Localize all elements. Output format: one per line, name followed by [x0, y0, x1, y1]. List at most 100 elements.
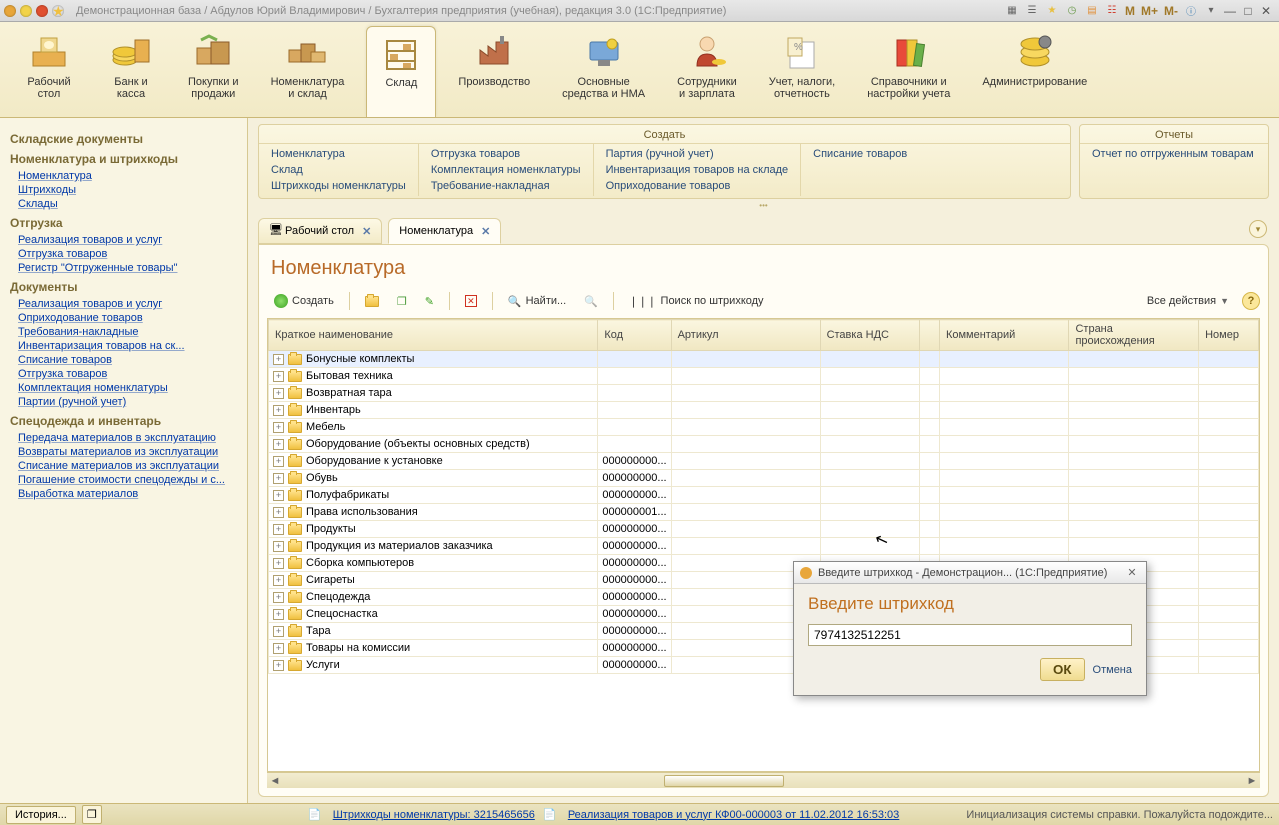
sidebar-link[interactable]: Возвраты материалов из эксплуатации: [18, 446, 237, 458]
edit-button[interactable]: ✎: [418, 290, 441, 312]
sidebar-link[interactable]: Партии (ручной учет): [18, 396, 237, 408]
dialog-titlebar[interactable]: Введите штрихкод - Демонстрацион... (1С:…: [794, 562, 1146, 584]
expand-icon[interactable]: +: [273, 660, 284, 671]
sidebar-link[interactable]: Инвентаризация товаров на ск...: [18, 340, 237, 352]
horizontal-scrollbar[interactable]: ◄ ►: [267, 772, 1260, 788]
calendar-icon[interactable]: ☷: [1104, 3, 1120, 19]
sidebar-link[interactable]: Погашение стоимости спецодежды и с...: [18, 474, 237, 486]
close-button[interactable]: ✕: [1257, 4, 1275, 18]
windows-button[interactable]: ❐: [82, 805, 102, 824]
calc-icon[interactable]: ▤: [1084, 3, 1100, 19]
expand-icon[interactable]: +: [273, 541, 284, 552]
ok-button[interactable]: ОК: [1040, 658, 1085, 681]
barcode-input[interactable]: [808, 624, 1132, 646]
section-tax[interactable]: %Учет, налоги,отчетность: [759, 26, 845, 117]
section-desktop[interactable]: Рабочийстол: [14, 26, 84, 117]
panel-link[interactable]: Партия (ручной учет): [606, 146, 789, 162]
m-minus-button[interactable]: M-: [1164, 4, 1178, 18]
sidebar-link[interactable]: Требования-накладные: [18, 326, 237, 338]
expand-icon[interactable]: +: [273, 473, 284, 484]
clear-find-button[interactable]: 🔍: [577, 290, 605, 312]
section-production[interactable]: Производство: [448, 26, 540, 117]
star-icon[interactable]: ★: [52, 5, 64, 17]
sidebar-link[interactable]: Номенклатура: [18, 170, 237, 182]
cancel-button[interactable]: Отмена: [1093, 664, 1132, 676]
section-hr[interactable]: Сотрудникии зарплата: [667, 26, 747, 117]
help-button[interactable]: ?: [1242, 292, 1260, 310]
panel-link[interactable]: Номенклатура: [271, 146, 406, 162]
sidebar-link[interactable]: Реализация товаров и услуг: [18, 234, 237, 246]
table-row[interactable]: +Полуфабрикаты000000000...: [269, 487, 1259, 504]
expand-icon[interactable]: +: [273, 575, 284, 586]
table-row[interactable]: +Продукты000000000...: [269, 521, 1259, 538]
expand-icon[interactable]: +: [273, 524, 284, 535]
sidebar-link[interactable]: Оприходование товаров: [18, 312, 237, 324]
titlebar-icon[interactable]: [20, 5, 32, 17]
sidebar-link[interactable]: Склады: [18, 198, 237, 210]
expand-icon[interactable]: +: [273, 643, 284, 654]
column-header[interactable]: [920, 320, 940, 351]
column-header[interactable]: Ставка НДС: [820, 320, 919, 351]
expand-icon[interactable]: +: [273, 354, 284, 365]
panel-link[interactable]: Склад: [271, 162, 406, 178]
status-link-barcodes[interactable]: Штрихкоды номенклатуры: 3215465656: [333, 809, 535, 821]
column-header[interactable]: Код: [598, 320, 671, 351]
m-plus-button[interactable]: M+: [1141, 4, 1158, 18]
expand-icon[interactable]: +: [273, 439, 284, 450]
panel-link[interactable]: Оприходование товаров: [606, 178, 789, 194]
section-refs[interactable]: Справочники инастройки учета: [857, 26, 960, 117]
panel-link[interactable]: Инвентаризация товаров на складе: [606, 162, 789, 178]
panel-link[interactable]: Списание товаров: [813, 146, 907, 162]
panel-link[interactable]: Отчет по отгруженным товарам: [1092, 146, 1254, 162]
sidebar-link[interactable]: Реализация товаров и услуг: [18, 298, 237, 310]
star-icon[interactable]: ★: [1044, 3, 1060, 19]
copy-button[interactable]: ❐: [390, 290, 414, 312]
create-button[interactable]: Создать: [267, 290, 341, 312]
panel-link[interactable]: Отгрузка товаров: [431, 146, 581, 162]
scroll-thumb[interactable]: [664, 775, 784, 787]
expand-icon[interactable]: +: [273, 405, 284, 416]
info-icon[interactable]: ⓘ: [1183, 3, 1199, 19]
expand-icon[interactable]: +: [273, 609, 284, 620]
panel-link[interactable]: Штрихкоды номенклатуры: [271, 178, 406, 194]
column-header[interactable]: Страна происхождения: [1069, 320, 1199, 351]
m-button[interactable]: M: [1125, 4, 1135, 18]
table-row[interactable]: +Мебель: [269, 419, 1259, 436]
tab-close-button[interactable]: ✕: [481, 225, 490, 238]
table-row[interactable]: +Возвратная тара: [269, 385, 1259, 402]
table-row[interactable]: +Бытовая техника: [269, 368, 1259, 385]
scroll-right-icon[interactable]: ►: [1244, 773, 1260, 789]
expand-icon[interactable]: +: [273, 507, 284, 518]
status-link-realization[interactable]: Реализация товаров и услуг КФ00-000003 о…: [568, 809, 899, 821]
titlebar-icon[interactable]: [36, 5, 48, 17]
column-header[interactable]: Краткое наименование: [269, 320, 598, 351]
column-header[interactable]: Номер: [1199, 320, 1259, 351]
table-row[interactable]: +Обувь000000000...: [269, 470, 1259, 487]
sidebar-link[interactable]: Списание материалов из эксплуатации: [18, 460, 237, 472]
sidebar-link[interactable]: Отгрузка товаров: [18, 248, 237, 260]
section-warehouse[interactable]: Склад: [366, 26, 436, 117]
panel-link[interactable]: Комплектация номенклатуры: [431, 162, 581, 178]
time-icon[interactable]: ◷: [1064, 3, 1080, 19]
new-folder-button[interactable]: [358, 290, 386, 312]
minimize-button[interactable]: —: [1221, 4, 1239, 18]
table-row[interactable]: +Оборудование (объекты основных средств): [269, 436, 1259, 453]
sidebar-link[interactable]: Выработка материалов: [18, 488, 237, 500]
find-button[interactable]: 🔍 Найти...: [501, 290, 573, 312]
table-row[interactable]: +Права использования000000001...: [269, 504, 1259, 521]
all-actions-button[interactable]: Все действия ▼: [1140, 290, 1236, 312]
expand-icon[interactable]: +: [273, 456, 284, 467]
section-nomenclature[interactable]: Номенклатураи склад: [261, 26, 355, 117]
expand-icon[interactable]: +: [273, 592, 284, 603]
sidebar-link[interactable]: Передача материалов в эксплуатацию: [18, 432, 237, 444]
sidebar-link[interactable]: Регистр "Отгруженные товары": [18, 262, 237, 274]
sidebar-link[interactable]: Штрихкоды: [18, 184, 237, 196]
dropdown-icon[interactable]: ▾: [1203, 3, 1219, 19]
panel-link[interactable]: Требование-накладная: [431, 178, 581, 194]
doc-tab[interactable]: 🖥 Рабочий стол✕: [258, 218, 382, 244]
section-bank[interactable]: Банк икасса: [96, 26, 166, 117]
sidebar-link[interactable]: Списание товаров: [18, 354, 237, 366]
barcode-search-button[interactable]: ❘❘❘ Поиск по штрихкоду: [622, 290, 771, 312]
column-header[interactable]: Артикул: [671, 320, 820, 351]
expand-icon[interactable]: +: [273, 626, 284, 637]
